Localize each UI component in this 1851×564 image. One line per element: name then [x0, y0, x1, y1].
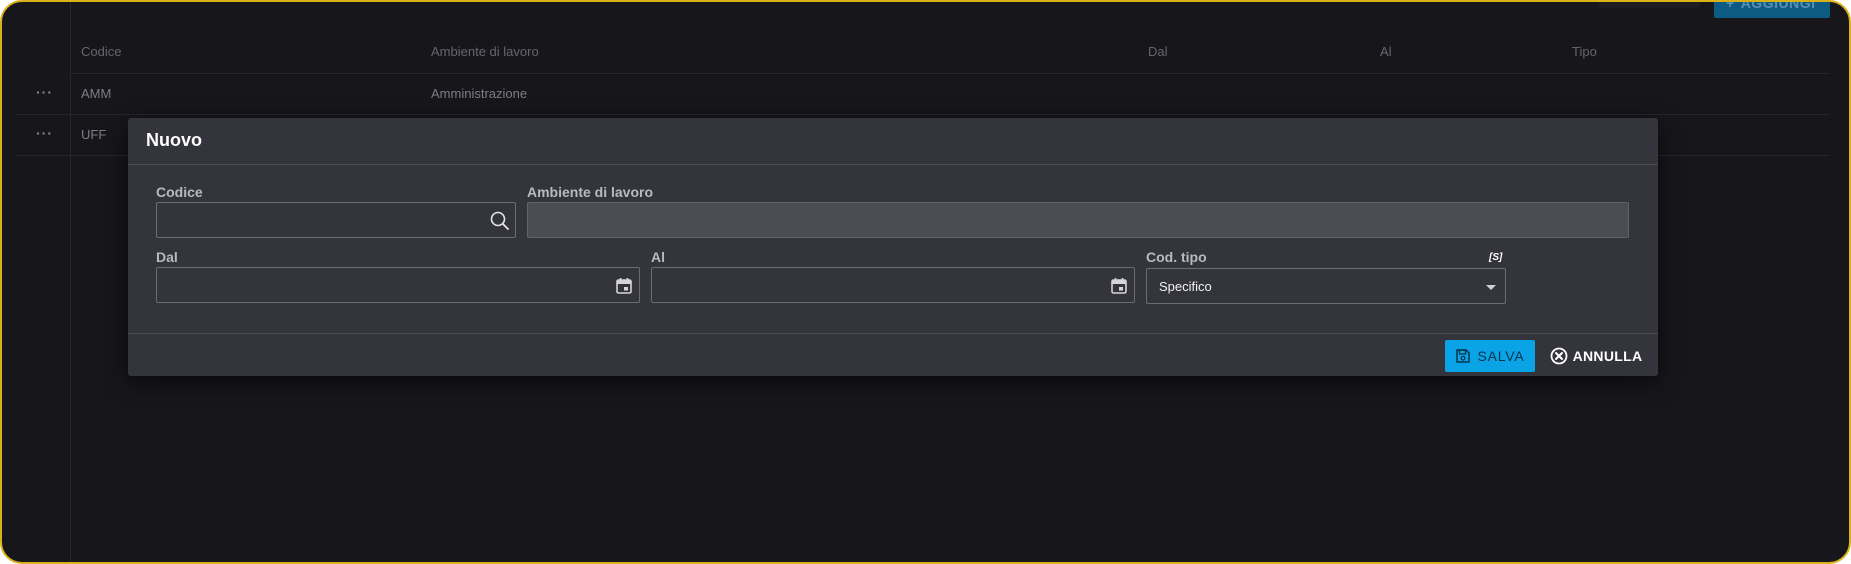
app-window: + AGGIUNGI Codice Ambiente di lavoro Dal…	[0, 0, 1851, 564]
toolbar-element[interactable]	[1598, 2, 1700, 8]
calendar-icon[interactable]	[613, 275, 635, 297]
add-button-label: AGGIUNGI	[1740, 0, 1816, 11]
codice-input[interactable]	[156, 202, 516, 238]
al-date-input[interactable]	[651, 267, 1135, 303]
cod-tipo-label: Cod. tipo	[1146, 249, 1207, 265]
al-label: Al	[651, 249, 665, 265]
column-header-tipo[interactable]: Tipo	[1572, 44, 1597, 59]
ambiente-label: Ambiente di lavoro	[527, 184, 654, 200]
dal-date-input[interactable]	[156, 267, 640, 303]
grid-header: Codice Ambiente di lavoro Dal Al Tipo	[70, 38, 1830, 74]
column-header-codice[interactable]: Codice	[81, 44, 121, 59]
cell-ambiente: Amministrazione	[431, 86, 528, 101]
save-button[interactable]: SALVA	[1445, 340, 1535, 372]
dialog-title: Nuovo	[146, 130, 202, 150]
grid-divider	[70, 2, 71, 30]
column-header-ambiente[interactable]: Ambiente di lavoro	[431, 44, 539, 59]
ambiente-field	[527, 202, 1629, 238]
save-button-label: SALVA	[1477, 348, 1525, 364]
new-record-dialog: Nuovo Codice Ambiente di lavoro Dal Al C…	[128, 118, 1658, 376]
chevron-down-icon[interactable]	[1486, 285, 1496, 290]
plus-icon: +	[1726, 0, 1735, 11]
code-badge: [S]	[1489, 252, 1503, 263]
dal-label: Dal	[156, 249, 178, 265]
close-circle-icon	[1550, 347, 1568, 365]
calendar-icon[interactable]	[1108, 275, 1130, 297]
cell-codice: UFF	[81, 127, 107, 142]
row-menu-button[interactable]: ···	[36, 84, 53, 100]
dialog-divider	[128, 333, 1658, 334]
table-row[interactable]: ··· AMM Amministrazione	[16, 74, 1830, 115]
row-menu-button[interactable]: ···	[36, 125, 53, 141]
cancel-button[interactable]: ANNULLA	[1548, 340, 1644, 372]
column-header-al[interactable]: Al	[1380, 44, 1392, 59]
cell-codice: AMM	[81, 86, 112, 101]
save-icon	[1456, 349, 1471, 363]
column-header-dal[interactable]: Dal	[1148, 44, 1168, 59]
codice-label: Codice	[156, 184, 203, 200]
add-button[interactable]: + AGGIUNGI	[1714, 0, 1830, 18]
dialog-divider	[128, 164, 1658, 165]
search-icon[interactable]	[489, 210, 511, 232]
cancel-button-label: ANNULLA	[1572, 348, 1643, 364]
cod-tipo-select[interactable]: Specifico	[1146, 268, 1506, 304]
cod-tipo-value: Specifico	[1159, 279, 1212, 294]
